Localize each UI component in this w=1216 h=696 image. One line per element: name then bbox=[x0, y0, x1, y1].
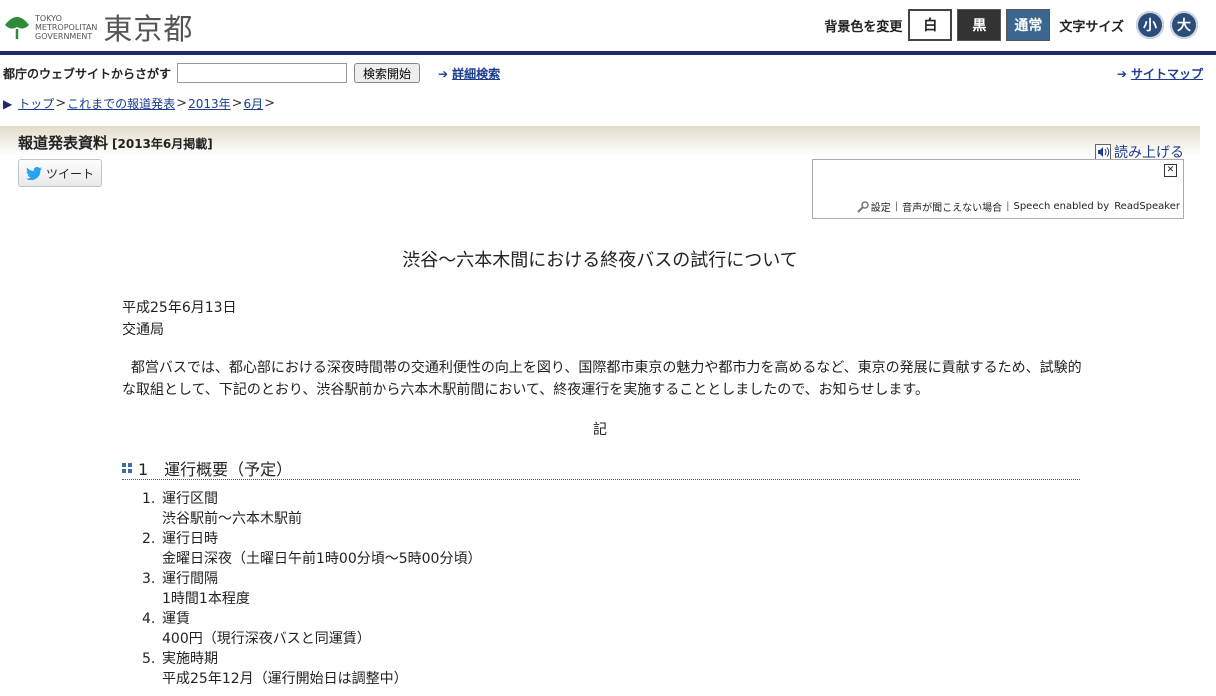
item-detail: 400円（現行深夜バスと同運賃） bbox=[162, 631, 371, 647]
readspeaker-credit: Speech enabled by bbox=[1013, 201, 1110, 212]
intro-paragraph: 都営バスでは、都心部における深夜時間帯の交通利便性の向上を図り、国際都市東京の魅… bbox=[122, 357, 1082, 401]
ginkgo-leaf-icon bbox=[5, 17, 29, 39]
overview-list: 1. 運行区間 渋谷駅前～六本木駅前 2. 運行日時 金曜日深夜（土曜日午前1時00… bbox=[142, 489, 842, 689]
page-title: 報道発表資料 [2013年6月掲載] bbox=[18, 132, 213, 153]
close-icon[interactable]: ✕ bbox=[1164, 164, 1177, 177]
item-label: 実施時期 bbox=[162, 651, 218, 667]
font-large-button[interactable]: 大 bbox=[1170, 11, 1198, 39]
font-size-label: 文字サイズ bbox=[1059, 19, 1124, 35]
arrow-right-icon: ➔ bbox=[1116, 66, 1127, 81]
item-detail: 渋谷駅前～六本木駅前 bbox=[162, 511, 302, 527]
list-item: 3. 運行間隔 1時間1本程度 bbox=[142, 569, 842, 609]
list-item: 5. 実施時期 平成25年12月（運行開始日は調整中） bbox=[142, 649, 842, 689]
readspeaker-footer: 設定 | 音声が聞こえない場合 | Speech enabled by Read… bbox=[857, 199, 1180, 214]
breadcrumb-year[interactable]: 2013年 bbox=[188, 95, 231, 112]
breadcrumb-separator: > bbox=[55, 96, 67, 111]
search-bar: 都庁のウェブサイトからさがす 検索開始 ➔ 詳細検索 ➔ サイトマップ bbox=[3, 62, 1203, 84]
section-bullet-icon bbox=[122, 463, 132, 473]
tweet-button[interactable]: ツイート bbox=[18, 159, 102, 187]
breadcrumb-separator: > bbox=[264, 96, 276, 111]
logo-japanese-text: 東京都 bbox=[103, 12, 194, 46]
arrow-right-icon: ➔ bbox=[438, 66, 449, 81]
item-detail: 1時間1本程度 bbox=[162, 591, 250, 607]
site-header: TOKYO METROPOLITAN GOVERNMENT 東京都 背景色を変更… bbox=[0, 0, 1216, 50]
ki-marker: 記 bbox=[593, 422, 607, 438]
intro-text: 都営バスでは、都心部における深夜時間帯の交通利便性の向上を図り、国際都市東京の魅… bbox=[122, 360, 1082, 398]
breadcrumb-top[interactable]: トップ bbox=[18, 95, 54, 112]
item-label: 運行日時 bbox=[162, 531, 218, 547]
item-number: 5. bbox=[142, 651, 156, 667]
breadcrumb: ▶ トップ > これまでの報道発表 > 2013年 > 6月 > bbox=[3, 95, 276, 112]
item-number: 3. bbox=[142, 571, 156, 587]
item-label: 運行間隔 bbox=[162, 571, 218, 587]
breadcrumb-press-archive[interactable]: これまでの報道発表 bbox=[67, 95, 175, 112]
list-item: 2. 運行日時 金曜日深夜（土曜日午前1時00分頃～5時00分頃） bbox=[142, 529, 842, 569]
triangle-right-icon: ▶ bbox=[3, 96, 13, 111]
readspeaker-settings-link[interactable]: 設定 bbox=[871, 199, 891, 214]
release-date: 平成25年6月13日 bbox=[122, 300, 237, 316]
section-heading: 1 運行概要（予定） bbox=[122, 457, 1080, 480]
speaker-icon bbox=[1095, 144, 1111, 160]
item-label: 運行区間 bbox=[162, 491, 218, 507]
breadcrumb-separator: > bbox=[231, 96, 243, 111]
sitemap-text[interactable]: サイトマップ bbox=[1131, 67, 1203, 81]
page-title-date: [2013年6月掲載] bbox=[112, 137, 213, 151]
header-divider bbox=[0, 51, 1216, 55]
item-number: 4. bbox=[142, 611, 156, 627]
item-detail: 平成25年12月（運行開始日は調整中） bbox=[162, 671, 408, 687]
separator: | bbox=[894, 201, 899, 212]
item-number: 2. bbox=[142, 531, 156, 547]
logo-english-text: TOKYO METROPOLITAN GOVERNMENT bbox=[35, 13, 98, 41]
bg-white-button[interactable]: 白 bbox=[908, 9, 953, 41]
font-small-button[interactable]: 小 bbox=[1136, 11, 1164, 39]
breadcrumb-separator: > bbox=[176, 96, 188, 111]
list-item: 1. 運行区間 渋谷駅前～六本木駅前 bbox=[142, 489, 842, 529]
item-number: 1. bbox=[142, 491, 156, 507]
item-detail: 金曜日深夜（土曜日午前1時00分頃～5時00分頃） bbox=[162, 551, 482, 567]
twitter-bird-icon bbox=[25, 166, 42, 180]
readspeaker-brand-link[interactable]: ReadSpeaker bbox=[1114, 201, 1180, 212]
separator: | bbox=[1006, 201, 1010, 212]
wrench-icon bbox=[857, 200, 869, 213]
advanced-search-text[interactable]: 詳細検索 bbox=[452, 67, 500, 81]
search-input[interactable] bbox=[177, 63, 348, 83]
sitemap-link[interactable]: ➔ サイトマップ bbox=[1117, 65, 1203, 82]
search-button[interactable]: 検索開始 bbox=[354, 63, 421, 83]
bg-normal-button[interactable]: 通常 bbox=[1006, 9, 1051, 41]
tweet-label: ツイート bbox=[45, 166, 94, 181]
background-color-label: 背景色を変更 bbox=[824, 19, 903, 35]
department: 交通局 bbox=[122, 322, 164, 338]
section-title: 1 運行概要（予定） bbox=[138, 460, 293, 479]
document-title: 渋谷～六本木間における終夜バスの試行について bbox=[402, 250, 798, 271]
bg-black-button[interactable]: 黒 bbox=[957, 9, 1002, 41]
item-label: 運賃 bbox=[162, 611, 190, 627]
readspeaker-help-link[interactable]: 音声が聞こえない場合 bbox=[902, 199, 1002, 214]
display-tools: 背景色を変更 白 黒 通常 文字サイズ 小 大 bbox=[824, 9, 1198, 41]
list-item: 4. 運賃 400円（現行深夜バスと同運賃） bbox=[142, 609, 842, 649]
page-title-text: 報道発表資料 bbox=[18, 134, 109, 152]
breadcrumb-month[interactable]: 6月 bbox=[244, 95, 264, 112]
readspeaker-player: ✕ 設定 | 音声が聞こえない場合 | Speech enabled by Re… bbox=[812, 159, 1184, 219]
search-label: 都庁のウェブサイトからさがす bbox=[3, 66, 172, 81]
tokyo-logo[interactable]: TOKYO METROPOLITAN GOVERNMENT 東京都 bbox=[3, 6, 193, 48]
advanced-search-link[interactable]: ➔ 詳細検索 bbox=[438, 65, 500, 82]
